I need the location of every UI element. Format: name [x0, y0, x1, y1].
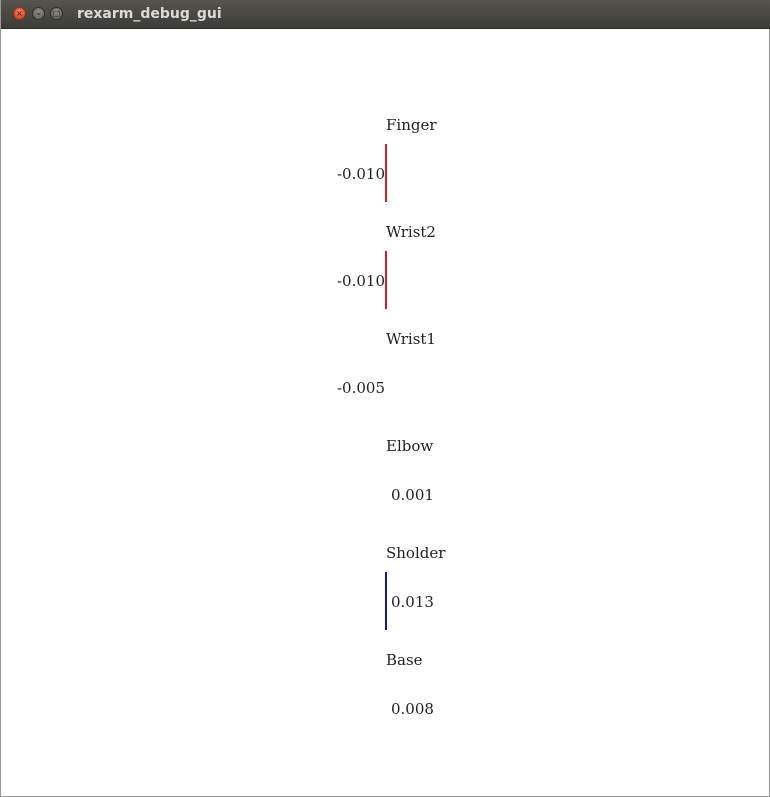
- window-title: rexarm_debug_gui: [77, 6, 222, 22]
- close-icon[interactable]: ×: [13, 7, 26, 20]
- joint-value: 0.013: [391, 593, 434, 611]
- joint-label: Base: [386, 651, 423, 669]
- joint-row-sholder: Sholder 0.013: [1, 544, 770, 651]
- joint-label: Finger: [386, 116, 437, 134]
- joint-row-elbow: Elbow 0.001: [1, 437, 770, 544]
- joint-label: Sholder: [386, 544, 446, 562]
- minimize-icon[interactable]: –: [32, 7, 45, 20]
- joint-value: -0.005: [336, 379, 385, 397]
- maximize-icon[interactable]: □: [50, 7, 63, 20]
- joint-value: 0.001: [391, 486, 434, 504]
- joint-label: Wrist1: [386, 330, 436, 348]
- joint-value: -0.010: [336, 272, 385, 290]
- joint-value: -0.010: [336, 165, 385, 183]
- joint-row-finger: Finger -0.010: [1, 116, 770, 223]
- joint-row-wrist1: Wrist1 -0.005: [1, 330, 770, 437]
- joint-label: Elbow: [386, 437, 434, 455]
- joint-level-bar: [385, 144, 387, 202]
- joint-label: Wrist2: [386, 223, 436, 241]
- title-bar[interactable]: × – □ rexarm_debug_gui: [1, 0, 770, 29]
- joint-level-bar: [385, 251, 387, 309]
- joint-row-wrist2: Wrist2 -0.010: [1, 223, 770, 330]
- joint-row-base: Base 0.008: [1, 651, 770, 758]
- app-window: × – □ rexarm_debug_gui Finger -0.010 Wri…: [0, 0, 770, 797]
- joint-panel: Finger -0.010 Wrist2 -0.010 Wrist1 -0.00…: [1, 28, 770, 797]
- joint-level-bar: [385, 572, 387, 630]
- joint-value: 0.008: [391, 700, 434, 718]
